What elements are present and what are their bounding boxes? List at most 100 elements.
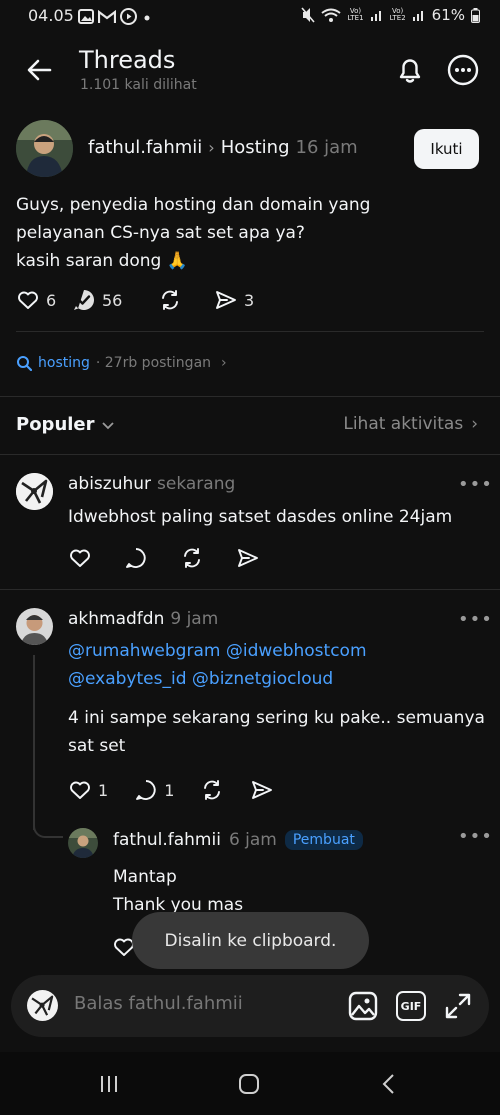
recent-apps-icon	[101, 1076, 117, 1092]
my-avatar	[27, 990, 58, 1021]
author-username[interactable]: fathul.fahmii	[88, 137, 202, 158]
expand-icon	[445, 993, 471, 1019]
divider	[0, 589, 500, 590]
post-text: Guys, penyedia hosting dan domain yang p…	[16, 195, 371, 271]
repost-button[interactable]	[180, 546, 204, 570]
chevron-right-icon: ›	[471, 414, 478, 434]
mention-link[interactable]: @rumahwebgram	[68, 641, 220, 661]
signal-1-icon	[370, 11, 381, 21]
attach-image-button[interactable]	[348, 991, 378, 1021]
back-button[interactable]	[22, 52, 58, 88]
signal-2-icon	[412, 11, 423, 21]
recent-apps-button[interactable]	[98, 1073, 120, 1095]
view-count: 1.101 kali dilihat	[80, 77, 197, 93]
reply-text: Idwebhost paling satset dasdes online 24…	[68, 507, 453, 527]
divider	[16, 331, 484, 332]
search-icon	[17, 356, 32, 371]
reply-time: 6 jam	[228, 830, 277, 850]
mention-link[interactable]: @biznetgiocloud	[192, 669, 333, 689]
status-time: 04.05	[28, 6, 74, 25]
arrow-left-icon	[27, 59, 52, 81]
repost-button[interactable]	[158, 288, 214, 312]
repost-icon	[184, 548, 200, 568]
view-activity-link[interactable]: Lihat aktivitas ›	[343, 414, 478, 434]
reply-time: 9 jam	[170, 609, 219, 629]
heart-icon	[70, 549, 90, 567]
post-actions: 6 56 3	[16, 288, 254, 312]
reply-time: sekarang	[157, 474, 236, 494]
thread-line	[33, 655, 35, 830]
battery-percent: 61%	[431, 6, 465, 24]
reply-actions: 1 1	[68, 778, 274, 802]
like-button[interactable]: 6	[16, 288, 72, 312]
send-icon	[252, 781, 273, 799]
page-title: Threads	[79, 46, 176, 74]
comment-count: 1	[164, 780, 175, 800]
sort-dropdown[interactable]: Populer	[16, 414, 115, 435]
more-circle-icon	[447, 54, 479, 86]
reply-avatar[interactable]	[68, 828, 98, 858]
home-button[interactable]	[238, 1073, 260, 1095]
reply-text: 4 ini sampe sekarang sering ku pake.. se…	[68, 708, 485, 756]
follow-button[interactable]: Ikuti	[414, 129, 479, 169]
reply-button[interactable]	[124, 546, 148, 570]
more-options-button[interactable]	[446, 53, 480, 87]
reply-button[interactable]: 1	[134, 778, 174, 802]
thread-connector	[33, 810, 63, 838]
system-back-button[interactable]	[378, 1073, 400, 1095]
reply-username[interactable]: akhmadfdn	[68, 609, 164, 629]
heart-icon	[18, 291, 38, 309]
author-avatar[interactable]	[16, 120, 73, 177]
reply-username[interactable]: abiszuhur	[68, 474, 151, 494]
expand-button[interactable]	[443, 991, 473, 1021]
dot-icon	[144, 15, 150, 20]
battery-icon	[471, 7, 480, 23]
share-button[interactable]	[250, 778, 274, 802]
gallery-icon	[78, 9, 94, 24]
creator-badge: Pembuat	[284, 830, 363, 850]
reply-input[interactable]: Balas fathul.fahmii	[74, 993, 243, 1014]
bell-icon	[399, 59, 421, 83]
notifications-button[interactable]	[392, 52, 428, 88]
gif-button[interactable]: GIF	[396, 991, 426, 1021]
like-count: 6	[46, 290, 57, 310]
reply-username[interactable]: fathul.fahmii	[113, 830, 221, 850]
chevron-right-icon: ›	[208, 138, 215, 157]
share-button[interactable]: 3	[214, 288, 254, 312]
reply-more-button[interactable]: •••	[458, 609, 493, 630]
reply-button[interactable]: 56	[72, 288, 158, 312]
tag-post-count: · 27rb postingan	[95, 355, 212, 371]
like-button[interactable]: 1	[68, 778, 108, 802]
topic-tag-link[interactable]: hosting · 27rb postingan ›	[16, 355, 227, 371]
repost-icon	[162, 290, 178, 310]
youtube-icon	[120, 8, 137, 25]
profile-photo-icon	[16, 120, 73, 177]
post-time: 16 jam	[295, 137, 358, 158]
clipboard-toast: Disalin ke clipboard.	[132, 912, 369, 969]
abstract-avatar-icon	[16, 473, 53, 510]
share-count: 3	[244, 290, 255, 310]
sort-label: Populer	[16, 414, 95, 435]
mention-link[interactable]: @idwebhostcom	[226, 641, 367, 661]
chevron-left-icon	[382, 1074, 394, 1094]
home-icon	[239, 1074, 259, 1094]
network-2-label: Vo) LTE2	[389, 7, 406, 22]
network-1-label: Vo) LTE1	[347, 7, 364, 22]
repost-button[interactable]	[200, 778, 224, 802]
reply-actions	[68, 546, 260, 570]
profile-photo-icon	[16, 608, 53, 645]
comment-check-icon	[74, 290, 94, 310]
post-topic[interactable]: Hosting	[221, 137, 290, 158]
activity-label: Lihat aktivitas	[343, 414, 464, 434]
heart-icon	[70, 781, 90, 799]
reply-avatar[interactable]	[16, 608, 53, 645]
wifi-icon	[321, 8, 342, 22]
chevron-down-icon	[101, 421, 114, 429]
reply-more-button[interactable]: •••	[458, 474, 493, 495]
reply-avatar[interactable]	[16, 473, 53, 510]
send-icon	[216, 291, 236, 309]
mention-link[interactable]: @exabytes_id	[68, 669, 187, 689]
share-button[interactable]	[236, 546, 260, 570]
like-button[interactable]	[68, 546, 92, 570]
reply-more-button[interactable]: •••	[458, 826, 493, 847]
